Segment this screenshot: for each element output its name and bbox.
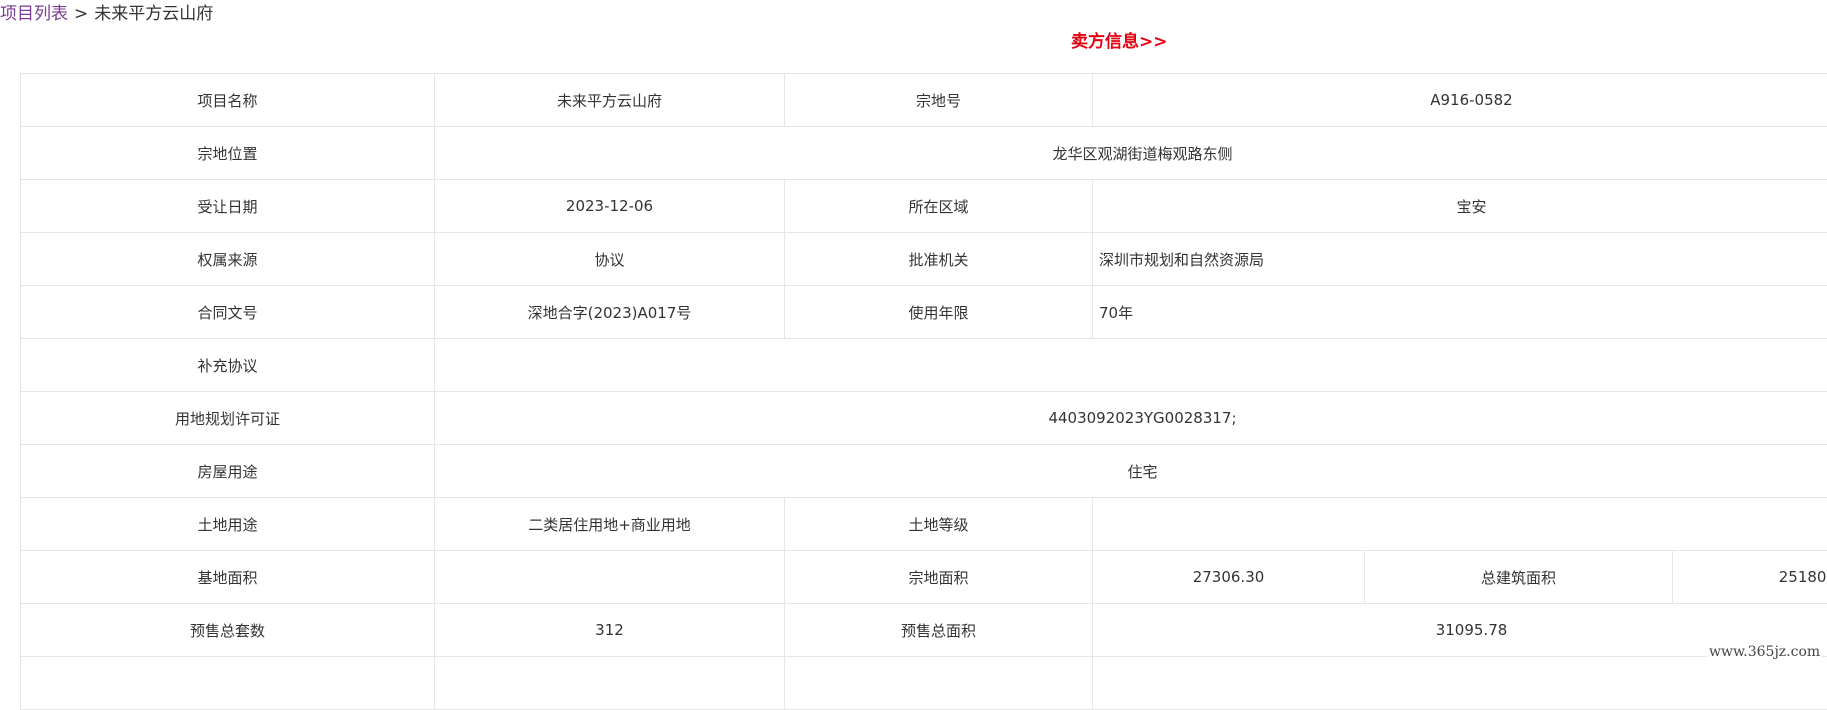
project-info-table: 项目名称 未来平方云山府 宗地号 A916-0582 宗地位置 龙华区观湖街道梅…	[20, 73, 1827, 710]
contract-no-value: 深地合字(2023)A017号	[435, 286, 785, 339]
permit-value: 4403092023YG0028317;	[435, 392, 1827, 445]
district-label: 所在区域	[785, 180, 1093, 233]
breadcrumb-project-list-link[interactable]: 项目列表	[0, 4, 68, 24]
house-use-value: 住宅	[435, 445, 1827, 498]
site-watermark: www.365jz.com	[1707, 644, 1822, 660]
seller-info-link[interactable]: 卖方信息>>	[1071, 30, 1168, 54]
location-label: 宗地位置	[21, 127, 435, 180]
total-build-area-label: 总建筑面积	[1365, 551, 1673, 604]
breadcrumb-current: 未来平方云山府	[94, 4, 213, 24]
project-name-label: 项目名称	[21, 74, 435, 127]
total-build-area-value: 251800	[1673, 551, 1827, 604]
table-row-area: 基地面积 宗地面积 27306.30 总建筑面积 251800	[21, 551, 1827, 604]
table-cell-empty	[21, 657, 435, 710]
table-row-ownership: 权属来源 协议 批准机关 深圳市规划和自然资源局	[21, 233, 1827, 286]
approval-authority-value: 深圳市规划和自然资源局	[1093, 233, 1827, 286]
transfer-date-value: 2023-12-06	[435, 180, 785, 233]
transfer-date-label: 受让日期	[21, 180, 435, 233]
presale-units-label: 预售总套数	[21, 604, 435, 657]
parcel-area-label: 宗地面积	[785, 551, 1093, 604]
land-grade-value	[1093, 498, 1827, 551]
contract-no-label: 合同文号	[21, 286, 435, 339]
breadcrumb: 项目列表>未来平方云山府	[0, 2, 213, 26]
location-value: 龙华区观湖街道梅观路东侧	[435, 127, 1827, 180]
approval-authority-label: 批准机关	[785, 233, 1093, 286]
table-cell-empty	[435, 657, 785, 710]
table-row-cut-off	[21, 657, 1827, 710]
table-row-transfer-date: 受让日期 2023-12-06 所在区域 宝安	[21, 180, 1827, 233]
table-row-project-name: 项目名称 未来平方云山府 宗地号 A916-0582	[21, 74, 1827, 127]
term-label: 使用年限	[785, 286, 1093, 339]
parcel-no-value: A916-0582	[1093, 74, 1827, 127]
land-use-value: 二类居住用地+商业用地	[435, 498, 785, 551]
base-area-label: 基地面积	[21, 551, 435, 604]
table-row-contract: 合同文号 深地合字(2023)A017号 使用年限 70年	[21, 286, 1827, 339]
presale-area-label: 预售总面积	[785, 604, 1093, 657]
breadcrumb-separator: >	[68, 4, 94, 24]
table-row-permit: 用地规划许可证 4403092023YG0028317;	[21, 392, 1827, 445]
presale-units-value: 312	[435, 604, 785, 657]
table-row-supplement: 补充协议	[21, 339, 1827, 392]
supplement-label: 补充协议	[21, 339, 435, 392]
land-use-label: 土地用途	[21, 498, 435, 551]
parcel-no-label: 宗地号	[785, 74, 1093, 127]
table-row-location: 宗地位置 龙华区观湖街道梅观路东侧	[21, 127, 1827, 180]
base-area-value	[435, 551, 785, 604]
project-name-value: 未来平方云山府	[435, 74, 785, 127]
table-row-house-use: 房屋用途 住宅	[21, 445, 1827, 498]
permit-label: 用地规划许可证	[21, 392, 435, 445]
ownership-source-value: 协议	[435, 233, 785, 286]
table-cell-empty	[785, 657, 1093, 710]
table-row-presale: 预售总套数 312 预售总面积 31095.78	[21, 604, 1827, 657]
supplement-value	[435, 339, 1827, 392]
house-use-label: 房屋用途	[21, 445, 435, 498]
table-cell-empty	[1093, 657, 1827, 710]
land-grade-label: 土地等级	[785, 498, 1093, 551]
district-value: 宝安	[1093, 180, 1827, 233]
term-value: 70年	[1093, 286, 1827, 339]
parcel-area-value: 27306.30	[1093, 551, 1365, 604]
table-row-land-use: 土地用途 二类居住用地+商业用地 土地等级	[21, 498, 1827, 551]
ownership-source-label: 权属来源	[21, 233, 435, 286]
